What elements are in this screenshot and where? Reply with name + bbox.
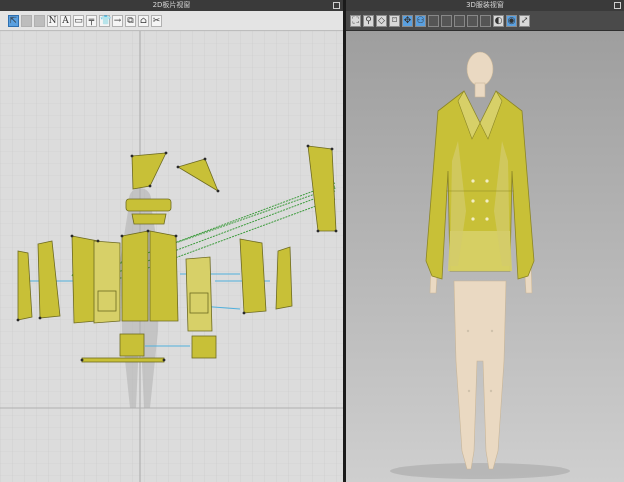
- garment-icon[interactable]: [441, 14, 452, 27]
- 2d-window-titlebar: 2D板片视窗: [0, 0, 343, 11]
- camera-icon[interactable]: ◉: [506, 14, 517, 27]
- pattern-canvas[interactable]: [0, 31, 343, 482]
- rect-tool-icon[interactable]: ▭: [73, 14, 84, 27]
- pocket-flap-right[interactable]: [189, 292, 209, 314]
- move-icon[interactable]: ✥: [402, 14, 413, 27]
- seam-tool-icon[interactable]: ╤: [86, 14, 97, 27]
- 2d-window-title: 2D板片视窗: [152, 1, 191, 9]
- arrow-tool-icon[interactable]: →: [112, 14, 123, 27]
- 3d-toolbar: ⛶ ⚲ ◇ ⌑ ✥ ⚇ ◐ ◉ ⤢: [346, 11, 624, 31]
- tack-icon[interactable]: ⌑: [389, 14, 400, 27]
- expand-icon[interactable]: ⤢: [519, 14, 530, 27]
- select-icon[interactable]: ⛶: [350, 14, 361, 27]
- pattern-tool-icon[interactable]: [21, 14, 32, 27]
- collar-band[interactable]: [125, 198, 172, 212]
- pocket-piece-1[interactable]: [119, 333, 145, 357]
- pattern-2d-window[interactable]: 2D板片视窗 ⇱ N A ▭ ╤ 👕 → ⧉ ⌂ ✂: [0, 0, 343, 482]
- garment-3d-window[interactable]: 3D服装视窗 ⛶ ⚲ ◇ ⌑ ✥ ⚇ ◐ ◉ ⤢: [346, 0, 624, 482]
- avatar-head: [466, 51, 494, 87]
- cut-tool-icon[interactable]: ✂: [151, 14, 162, 27]
- maximize-icon[interactable]: [333, 2, 340, 9]
- pin-icon[interactable]: ⚲: [363, 14, 374, 27]
- collar-stand[interactable]: [131, 213, 167, 225]
- maximize-icon[interactable]: [614, 2, 621, 9]
- fold-icon[interactable]: ◇: [376, 14, 387, 27]
- wrinkle-icon[interactable]: [467, 14, 478, 27]
- copy-tool-icon[interactable]: ⧉: [125, 14, 136, 27]
- a-tool-icon[interactable]: A: [60, 14, 71, 27]
- sleeve-piece-3[interactable]: [239, 238, 267, 314]
- avatar-icon[interactable]: ⚇: [415, 14, 426, 27]
- 3d-viewport[interactable]: [346, 31, 624, 482]
- pocket-flap-left[interactable]: [97, 290, 117, 312]
- select-tool-icon[interactable]: ⇱: [8, 14, 19, 27]
- stitch-icon[interactable]: [480, 14, 491, 27]
- pocket-piece-2[interactable]: [191, 335, 217, 359]
- 3d-window-titlebar: 3D服装视窗: [346, 0, 624, 11]
- front-center-left[interactable]: [121, 230, 149, 322]
- shirt-tool-icon[interactable]: 👕: [99, 14, 111, 27]
- render-icon[interactable]: ◐: [493, 14, 504, 27]
- notch-tool-icon[interactable]: [34, 14, 45, 27]
- avatar-neck: [474, 82, 486, 98]
- flip-tool-icon[interactable]: ⌂: [138, 14, 149, 27]
- n-tool-icon[interactable]: N: [47, 14, 58, 27]
- floor-shadow: [390, 463, 570, 479]
- texture-icon[interactable]: [454, 14, 465, 27]
- sleeve-piece-4[interactable]: [275, 246, 293, 310]
- 3d-window-title: 3D服装视窗: [466, 1, 504, 9]
- fabric-icon[interactable]: [428, 14, 439, 27]
- 2d-toolbar: ⇱ N A ▭ ╤ 👕 → ⧉ ⌂ ✂: [0, 11, 343, 31]
- avatar-legs: [453, 280, 507, 470]
- front-center-right[interactable]: [149, 230, 179, 322]
- jacket-model[interactable]: [425, 90, 535, 280]
- belt-piece[interactable]: [81, 357, 165, 363]
